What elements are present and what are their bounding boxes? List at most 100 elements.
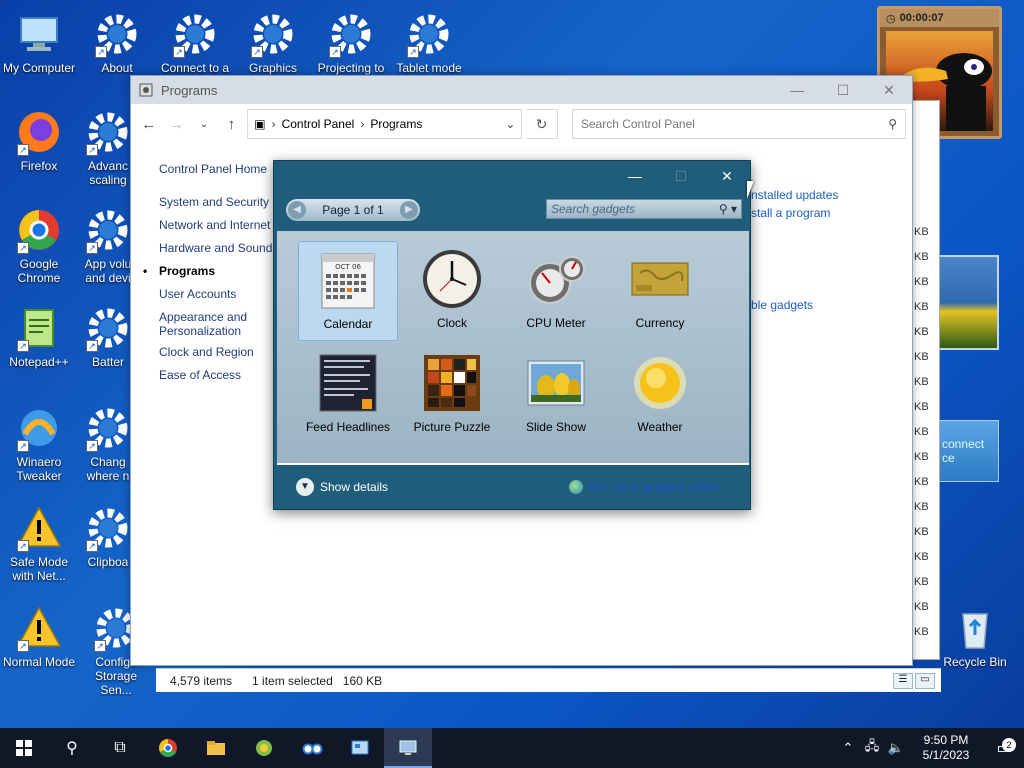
chevron-down-icon[interactable]: ▼: [296, 478, 314, 496]
feed-headlines-icon: [316, 351, 380, 415]
desktop-icon-label: Clipboa: [87, 555, 129, 569]
forward-arrow-icon[interactable]: →: [165, 116, 189, 133]
gadget-cpu-meter[interactable]: CPU Meter: [506, 241, 606, 341]
weather-sun-icon: [628, 351, 692, 415]
desktop-icon-app-volume[interactable]: ↗ App volu and devi: [78, 206, 138, 285]
size-cell: KB: [914, 376, 929, 388]
gadget-currency[interactable]: Currency: [610, 241, 710, 341]
get-more-gadgets-link[interactable]: Get more gadgets online: [568, 480, 720, 494]
nav-clock-region[interactable]: Clock and Region: [159, 345, 279, 368]
size-cell: KB: [914, 326, 929, 338]
gear-icon: ↗: [84, 206, 132, 254]
chevron-down-icon[interactable]: ⌄: [505, 117, 515, 131]
page-navigator: ◀ Page 1 of 1 ▶: [286, 199, 420, 221]
gadgets-maximize-button: ☐: [674, 167, 688, 184]
back-arrow-icon[interactable]: ←: [137, 116, 161, 133]
desktop-icon-battery[interactable]: ↗ Batter: [78, 304, 138, 369]
desktop-icon-normal-mode[interactable]: ↗ Normal Mode: [0, 604, 78, 669]
gadget-weather[interactable]: Weather: [610, 345, 710, 445]
task-links: nstalled updates stall a program: [751, 188, 838, 224]
size-cell: KB: [914, 251, 929, 263]
maximize-button[interactable]: ☐: [820, 76, 866, 104]
size-cell: KB: [914, 476, 929, 488]
tray-clock[interactable]: 9:50 PM 5/1/2023: [908, 733, 984, 763]
desktop-icon-firefox[interactable]: ↗ Firefox: [0, 108, 78, 173]
windows-logo-icon: [16, 740, 32, 756]
gadgets-close-button[interactable]: ✕: [704, 161, 750, 191]
up-arrow-icon[interactable]: ↑: [220, 116, 244, 133]
desktop-icon-change-where[interactable]: ↗ Chang where n: [78, 404, 138, 483]
desktop-icon-projecting[interactable]: ↗ Projecting to: [312, 10, 390, 75]
desktop-icon-label: App volu and devi: [84, 257, 132, 285]
search-input[interactable]: Search Control Panel ⚲: [571, 109, 906, 139]
task-view-icon[interactable]: ⧉: [96, 728, 144, 768]
volume-icon[interactable]: 🔈: [884, 740, 908, 756]
nav-ease-of-access[interactable]: Ease of Access: [159, 368, 279, 391]
prev-page-button[interactable]: ◀: [288, 201, 306, 219]
search-icon[interactable]: ⚲: [48, 728, 96, 768]
large-icons-view-icon[interactable]: ▭: [915, 672, 935, 689]
nav-network-internet[interactable]: Network and Internet: [159, 218, 279, 241]
address-bar[interactable]: ▣ › Control Panel › Programs ⌄: [247, 109, 523, 139]
connect-tile[interactable]: connect ce: [937, 420, 999, 482]
refresh-button[interactable]: ↻: [526, 109, 558, 139]
notification-center-button[interactable]: ▭ 2: [984, 738, 1024, 758]
nav-system-security[interactable]: System and Security: [159, 195, 279, 218]
network-icon[interactable]: 🖧: [860, 737, 884, 759]
link-installed-updates[interactable]: nstalled updates: [751, 188, 838, 206]
link-install-program[interactable]: stall a program: [751, 206, 838, 224]
control-panel-taskbar-icon[interactable]: [336, 728, 384, 768]
desktop-icon-advanced-scaling[interactable]: ↗ Advanc scaling: [78, 108, 138, 187]
file-explorer-icon[interactable]: [192, 728, 240, 768]
window-title: Programs: [161, 82, 218, 98]
chrome-taskbar-icon[interactable]: [144, 728, 192, 768]
nav-programs[interactable]: Programs: [143, 264, 279, 287]
nav-control-panel-home[interactable]: Control Panel Home: [159, 162, 279, 185]
start-button[interactable]: [0, 728, 48, 768]
nav-hardware-sound[interactable]: Hardware and Sound: [159, 241, 279, 264]
minimize-button[interactable]: —: [774, 76, 820, 104]
gadgets-taskbar-icon[interactable]: [384, 728, 432, 768]
desktop-icon-recycle-bin[interactable]: Recycle Bin: [936, 604, 1014, 669]
recent-chevron-icon[interactable]: ⌄: [192, 119, 216, 130]
breadcrumb-control-panel[interactable]: Control Panel: [282, 117, 355, 131]
show-details-button[interactable]: Show details: [320, 480, 388, 494]
desktop-icon-winaero[interactable]: ↗ Winaero Tweaker: [0, 404, 78, 483]
breadcrumb-programs[interactable]: Programs: [370, 117, 422, 131]
close-button[interactable]: ✕: [866, 76, 912, 104]
desktop-icon-tablet-mode[interactable]: ↗ Tablet mode: [390, 10, 468, 75]
gadget-calendar[interactable]: OCT 06 Calendar: [298, 241, 398, 341]
window-titlebar[interactable]: Programs — ☐ ✕: [131, 76, 912, 104]
desktop-icon-about[interactable]: ↗ About: [78, 10, 156, 75]
search-icon[interactable]: ⚲ ▾: [719, 202, 737, 216]
desktop-slideshow-gadget[interactable]: [937, 255, 999, 350]
details-view-icon[interactable]: ☰: [893, 672, 913, 689]
desktop-icon-notepad[interactable]: ↗ Notepad++: [0, 304, 78, 369]
connect-tile-text: connect ce: [942, 437, 985, 465]
desktop-icon-label: Google Chrome: [17, 257, 61, 285]
next-page-button[interactable]: ▶: [399, 201, 418, 219]
gadgets-dialog[interactable]: — ☐ ✕ ◀ Page 1 of 1 ▶ Search gadgets ⚲ ▾…: [273, 160, 751, 510]
link-desktop-gadgets[interactable]: ble gadgets: [751, 298, 813, 312]
gadget-slide-show[interactable]: Slide Show: [506, 345, 606, 445]
size-cell: KB: [914, 401, 929, 413]
gadget-clock[interactable]: Clock: [402, 241, 502, 341]
firefox-icon: ↗: [15, 108, 63, 156]
desktop-icon-label: Winaero Tweaker: [16, 455, 62, 483]
nav-user-accounts[interactable]: User Accounts: [159, 287, 279, 310]
control-panel-icon: [139, 83, 153, 97]
desktop-icon-graphics[interactable]: ↗ Graphics: [234, 10, 312, 75]
desktop-icon-my-computer[interactable]: My Computer: [0, 10, 78, 75]
app-taskbar-icon[interactable]: [288, 728, 336, 768]
desktop-icon-chrome[interactable]: ↗ Google Chrome: [0, 206, 78, 285]
gadgets-minimize-button[interactable]: —: [612, 161, 658, 191]
desktop-icon-safe-mode[interactable]: ↗ Safe Mode with Net...: [0, 504, 78, 583]
chevron-up-icon[interactable]: ⌃: [836, 740, 860, 756]
gadget-search-input[interactable]: Search gadgets ⚲ ▾: [546, 199, 742, 219]
winaero-taskbar-icon[interactable]: [240, 728, 288, 768]
desktop-icon-clipboard[interactable]: ↗ Clipboa: [78, 504, 138, 569]
gadget-feed-headlines[interactable]: Feed Headlines: [298, 345, 398, 445]
gadget-picture-puzzle[interactable]: Picture Puzzle: [402, 345, 502, 445]
desktop-icon-connect[interactable]: ↗ Connect to a: [156, 10, 234, 75]
nav-appearance[interactable]: Appearance and Personalization: [159, 310, 279, 345]
